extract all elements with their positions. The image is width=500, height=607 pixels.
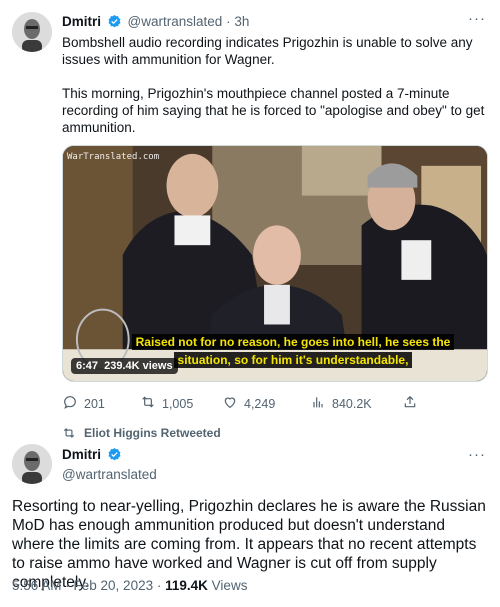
retweet-icon (62, 426, 76, 440)
action-bar: 201 1,005 4,249 840.2K (62, 394, 422, 412)
reply-icon (62, 394, 78, 413)
retweet-count: 1,005 (162, 396, 194, 411)
tweet-1: Dmitri @wartranslated · 3h ··· Bombshell… (0, 0, 500, 420)
share-button[interactable] (402, 394, 418, 413)
tweet-2-meta: 5:56 AM · Feb 20, 2023 · 119.4K Views (12, 578, 247, 593)
subtitle-line-1: Raised not for no reason, he goes into h… (131, 334, 455, 350)
video-player[interactable]: WarTranslated.com Raised not for no reas… (62, 145, 488, 382)
heart-icon (222, 394, 238, 413)
like-button[interactable]: 4,249 (222, 394, 275, 413)
tweet-2-header: Dmitri @wartranslated (62, 446, 157, 483)
share-icon (402, 394, 418, 413)
retweet-notice-text: Eliot Higgins Retweeted (84, 426, 221, 440)
author-handle[interactable]: @wartranslated (128, 14, 223, 29)
author-name[interactable]: Dmitri (62, 447, 101, 462)
avatar[interactable] (12, 444, 52, 484)
views-count: 840.2K (332, 396, 372, 411)
tweet-header: Dmitri @wartranslated · 3h (62, 14, 249, 32)
views-label: Views (211, 578, 248, 593)
video-views: 239.4K views (104, 360, 173, 372)
tweet-paragraph-2: This morning, Prigozhin's mouthpiece cha… (62, 86, 485, 135)
reply-count: 201 (84, 396, 105, 411)
tweet-text: Bombshell audio recording indicates Prig… (62, 34, 488, 153)
more-options-icon[interactable]: ··· (468, 446, 486, 463)
video-duration-badge: 6:47 239.4K views (71, 358, 178, 374)
tweet-timestamp[interactable]: 5:56 AM · Feb 20, 2023 · (12, 578, 161, 593)
retweet-button[interactable]: 1,005 (140, 394, 193, 413)
watermark: WarTranslated.com (67, 152, 160, 162)
tweet-time[interactable]: 3h (234, 14, 249, 29)
author-handle[interactable]: @wartranslated (62, 466, 157, 483)
views-button[interactable]: 840.2K (310, 394, 372, 413)
retweet-notice[interactable]: Eliot Higgins Retweeted (62, 426, 221, 440)
more-options-icon[interactable]: ··· (468, 10, 486, 27)
retweet-icon (140, 394, 156, 413)
analytics-icon (310, 394, 326, 413)
separator-dot: · (226, 14, 231, 29)
verified-badge-icon (107, 14, 122, 32)
subtitle-line-2: situation, so for him it's understandabl… (173, 352, 413, 368)
like-count: 4,249 (244, 396, 276, 411)
author-name[interactable]: Dmitri (62, 14, 101, 29)
video-duration: 6:47 (76, 360, 99, 372)
reply-button[interactable]: 201 (62, 394, 105, 413)
views-count: 119.4K (165, 578, 208, 593)
verified-badge-icon (107, 447, 122, 466)
tweet-paragraph-1: Bombshell audio recording indicates Prig… (62, 35, 473, 67)
avatar[interactable] (12, 12, 52, 52)
